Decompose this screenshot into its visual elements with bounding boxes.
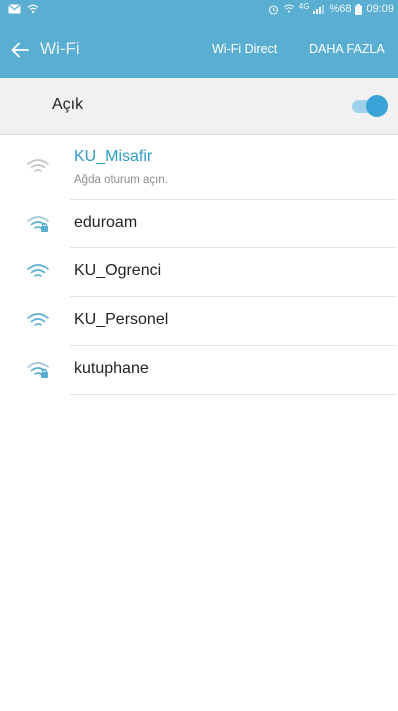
network-item-ku-ogrenci[interactable]: KU_Ogrenci xyxy=(0,248,398,297)
network-name: KU_Misafir xyxy=(74,148,153,165)
network-status: Ağda oturum açın. xyxy=(74,174,168,186)
wifi-icon xyxy=(27,264,49,277)
wifi-direct-button[interactable]: Wi-Fi Direct xyxy=(212,42,277,56)
network-item-eduroam[interactable]: eduroam xyxy=(0,200,398,248)
clock: 09:09 xyxy=(366,3,394,15)
app-bar: Wi-Fi Wi-Fi Direct DAHA FAZLA xyxy=(0,22,398,78)
network-name: KU_Personel xyxy=(74,311,169,328)
network-name: KU_Ogrenci xyxy=(74,262,162,279)
status-right: 4G %68 09:09 xyxy=(268,1,394,15)
network-name: eduroam xyxy=(74,214,138,231)
arrow-left-icon xyxy=(11,42,29,58)
master-switch-label: Açık xyxy=(52,96,84,113)
alarm-icon xyxy=(268,4,279,15)
battery-percent: %68 xyxy=(329,3,352,15)
wifi-calling-icon xyxy=(283,4,295,14)
network-type-label: 4G xyxy=(298,1,310,11)
battery-icon xyxy=(355,3,363,15)
back-button[interactable] xyxy=(6,36,34,64)
status-left xyxy=(8,4,39,17)
network-name: kutuphane xyxy=(74,360,149,377)
signal-icon xyxy=(313,4,325,14)
wifi-icon xyxy=(27,313,49,326)
message-icon xyxy=(8,4,21,17)
toggle-knob xyxy=(366,95,388,117)
divider xyxy=(70,394,396,395)
wifi-master-switch-row[interactable]: Açık xyxy=(0,78,398,135)
wifi-toggle[interactable] xyxy=(352,95,388,117)
wifi-locked-icon xyxy=(27,362,49,378)
network-item-kutuphane[interactable]: kutuphane xyxy=(0,346,398,395)
network-item-ku-misafir[interactable]: KU_Misafir Ağda oturum açın. xyxy=(0,135,398,200)
wifi-open-icon xyxy=(27,159,49,172)
wifi-status-icon xyxy=(27,4,39,17)
more-button[interactable]: DAHA FAZLA xyxy=(309,42,385,56)
page-title: Wi-Fi xyxy=(40,39,80,58)
network-item-ku-personel[interactable]: KU_Personel xyxy=(0,297,398,346)
wifi-locked-icon xyxy=(27,216,49,232)
status-bar: 4G %68 09:09 xyxy=(0,0,398,22)
